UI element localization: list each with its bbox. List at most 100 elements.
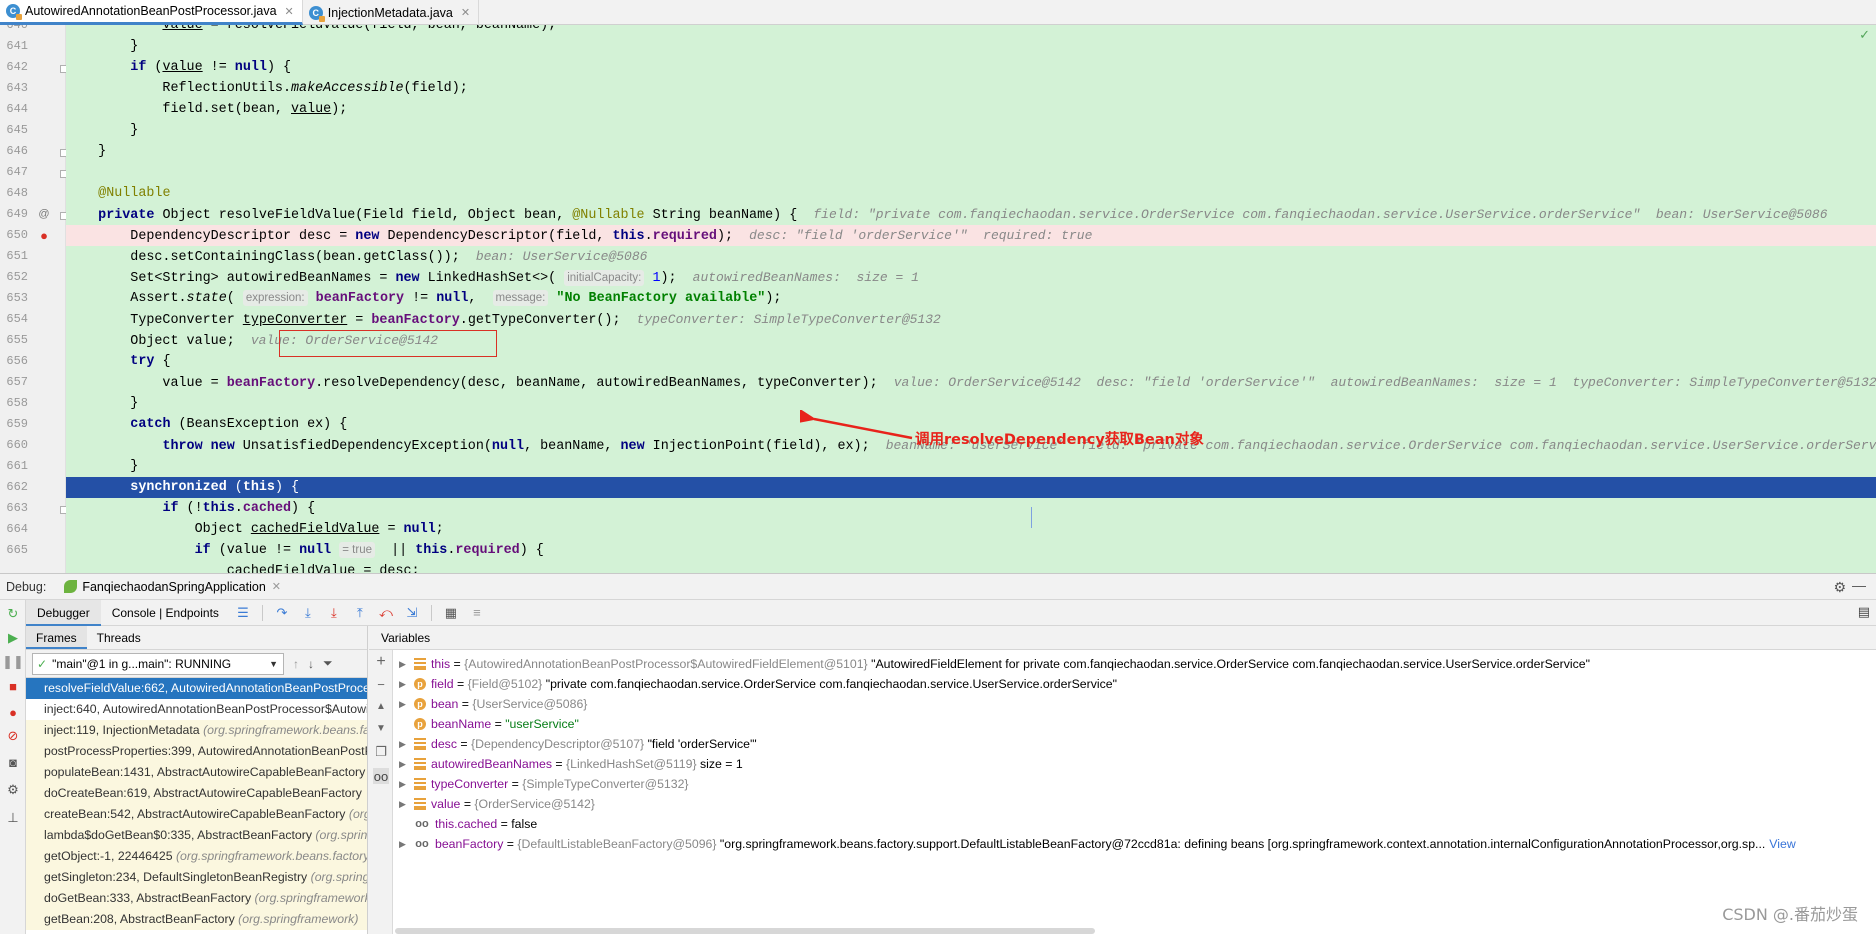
arrow-down-icon[interactable]: ↓ [308, 657, 314, 671]
arrow-up-icon[interactable]: ↑ [293, 657, 299, 671]
code-line-645: } [66, 123, 139, 138]
rerun-icon[interactable]: ↻ [5, 606, 21, 622]
line-number: 649 [6, 207, 28, 221]
variable-row[interactable]: ▶ desc = {DependencyDescriptor@5107} "fi… [395, 734, 1875, 754]
minimize-icon[interactable]: — [1852, 577, 1866, 593]
line-number: 642 [6, 60, 28, 74]
java-class-icon: C [6, 4, 22, 20]
run-to-cursor-icon[interactable]: ⇲ [401, 603, 423, 623]
line-number: 647 [6, 165, 28, 179]
code-line-646: } [66, 144, 107, 159]
camera-icon[interactable]: ◙ [5, 754, 21, 770]
variable-row[interactable]: ▶ autowiredBeanNames = {LinkedHashSet@51… [395, 754, 1875, 774]
frame-item[interactable]: resolveFieldValue:662, AutowiredAnnotati… [26, 678, 367, 699]
tab-threads[interactable]: Threads [87, 626, 151, 649]
debug-label: Debug: [6, 579, 47, 594]
stop-icon[interactable]: ■ [5, 678, 21, 694]
close-icon[interactable]: ✕ [272, 580, 281, 593]
menu-icon[interactable]: ☰ [232, 603, 254, 623]
view-breakpoints-icon[interactable]: ● [5, 704, 21, 720]
code-line-649: private Object resolveFieldValue(Field f… [98, 207, 1828, 223]
checkmark-icon: ✓ [1859, 27, 1870, 42]
code-editor[interactable]: 640 641 642 643 644 645 646 647 648 649 … [0, 25, 1876, 573]
code-line-658: } [66, 396, 139, 411]
chevron-right-icon[interactable]: ▶ [399, 694, 411, 714]
tab-debugger[interactable]: Debugger [26, 599, 101, 626]
code-area[interactable]: value = resolveFieldValue(field, bean, b… [66, 25, 1876, 573]
variable-row[interactable]: ▶ value = {OrderService@5142} [395, 794, 1875, 814]
code-line-642: if (value != null) { [130, 60, 292, 75]
mute-breakpoints-icon[interactable]: ⊘ [5, 728, 21, 744]
variable-row[interactable]: ▶ typeConverter = {SimpleTypeConverter@5… [395, 774, 1875, 794]
line-number: 664 [6, 522, 28, 536]
tab-frames[interactable]: Frames [26, 626, 87, 649]
divider [261, 604, 263, 621]
variable-row[interactable]: oo this.cached = false [395, 814, 1875, 834]
frame-item[interactable]: postProcessProperties:399, AutowiredAnno… [26, 741, 367, 762]
frame-item[interactable]: getBean:208, AbstractBeanFactory (org.sp… [26, 909, 367, 930]
settings-icon[interactable]: ⚙ [5, 782, 21, 798]
frame-item[interactable]: lambda$doGetBean$0:335, AbstractBeanFact… [26, 825, 367, 846]
tab-console-endpoints[interactable]: Console | Endpoints [101, 600, 230, 626]
evaluate-expression-icon[interactable]: ▦ [440, 603, 462, 623]
gear-icon[interactable]: ⚙ [1833, 579, 1846, 596]
step-out-icon[interactable]: ⤒ [349, 603, 371, 623]
drop-frame-icon[interactable]: ⤺ [375, 603, 397, 623]
pin-icon[interactable]: ⊥ [5, 810, 21, 826]
parameter-icon: p [414, 678, 426, 690]
view-link[interactable]: View [1769, 834, 1795, 854]
line-number: 652 [6, 270, 28, 284]
close-icon[interactable]: ✕ [285, 5, 294, 18]
copy-icon[interactable]: ❐ [373, 744, 389, 760]
line-number: 646 [6, 144, 28, 158]
step-over-icon[interactable]: ↷ [271, 603, 293, 623]
trace-icon[interactable]: ≡ [466, 603, 488, 623]
variable-row[interactable]: ▶ p bean = {UserService@5086} [395, 694, 1875, 714]
frame-item[interactable]: getSingleton:234, DefaultSingletonBeanRe… [26, 867, 367, 888]
arrow-down-icon[interactable]: ▼ [373, 720, 389, 736]
tab-injection-metadata[interactable]: C InjectionMetadata.java ✕ [303, 0, 480, 25]
line-number: 663 [6, 501, 28, 515]
frame-item[interactable]: inject:119, InjectionMetadata (org.sprin… [26, 720, 367, 741]
frame-item[interactable]: getObject:-1, 22446425 (org.springframew… [26, 846, 367, 867]
layout-settings-icon[interactable]: ▤ [1858, 604, 1870, 620]
force-step-into-icon[interactable]: ⤓ [323, 603, 345, 623]
frame-item[interactable]: populateBean:1431, AbstractAutowireCapab… [26, 762, 367, 783]
tab-autowired-annotation-bean-post-processor[interactable]: C AutowiredAnnotationBeanPostProcessor.j… [0, 0, 303, 25]
variable-row[interactable]: ▶ oo beanFactory = {DefaultListableBeanF… [395, 834, 1875, 854]
run-config-tab[interactable]: FanqiechaodanSpringApplication ✕ [64, 580, 281, 594]
remove-watch-icon[interactable]: − [373, 676, 389, 692]
add-watch-icon[interactable]: + [373, 653, 389, 670]
pause-icon[interactable]: ❚❚ [2, 654, 24, 670]
annotation-gutter-icon[interactable]: @ [38, 204, 50, 225]
chevron-right-icon[interactable]: ▶ [399, 774, 411, 794]
frame-item[interactable]: doCreateBean:619, AbstractAutowireCapabl… [26, 783, 367, 804]
horizontal-scrollbar[interactable] [395, 928, 1095, 934]
variable-row[interactable]: p beanName = "userService" [395, 714, 1875, 734]
filter-icon[interactable]: ⏷ [323, 656, 333, 671]
arrow-up-icon[interactable]: ▲ [373, 698, 389, 714]
variable-row[interactable]: ▶ p field = {Field@5102} "private com.fa… [395, 674, 1875, 694]
line-number: 659 [6, 417, 28, 431]
thread-dropdown[interactable]: ✓ "main"@1 in g...main": RUNNING ▼ [32, 652, 284, 675]
breakpoint-icon[interactable]: ● [38, 225, 50, 246]
frame-item[interactable]: inject:640, AutowiredAnnotationBeanPostP… [26, 699, 367, 720]
chevron-right-icon[interactable]: ▶ [399, 674, 411, 694]
watches-toggle-icon[interactable]: oo [373, 768, 389, 784]
editor-gutter[interactable]: 640 641 642 643 644 645 646 647 648 649 … [0, 25, 68, 573]
line-number: 641 [6, 39, 28, 53]
frame-item[interactable]: createBean:542, AbstractAutowireCapableB… [26, 804, 367, 825]
chevron-right-icon[interactable]: ▶ [399, 794, 411, 814]
close-icon[interactable]: ✕ [461, 6, 470, 19]
variable-row[interactable]: ▶ this = {AutowiredAnnotationBeanPostPro… [395, 654, 1875, 674]
resume-icon[interactable]: ▶ [5, 630, 21, 646]
chevron-right-icon[interactable]: ▶ [399, 834, 411, 854]
line-number: 645 [6, 123, 28, 137]
chevron-right-icon[interactable]: ▶ [399, 654, 411, 674]
parameter-icon: p [414, 698, 426, 710]
chevron-right-icon[interactable]: ▶ [399, 754, 411, 774]
chevron-right-icon[interactable]: ▶ [399, 734, 411, 754]
frame-item[interactable]: doGetBean:333, AbstractBeanFactory (org.… [26, 888, 367, 909]
step-into-icon[interactable]: ⤓ [297, 603, 319, 623]
run-config-label: FanqiechaodanSpringApplication [82, 579, 266, 594]
